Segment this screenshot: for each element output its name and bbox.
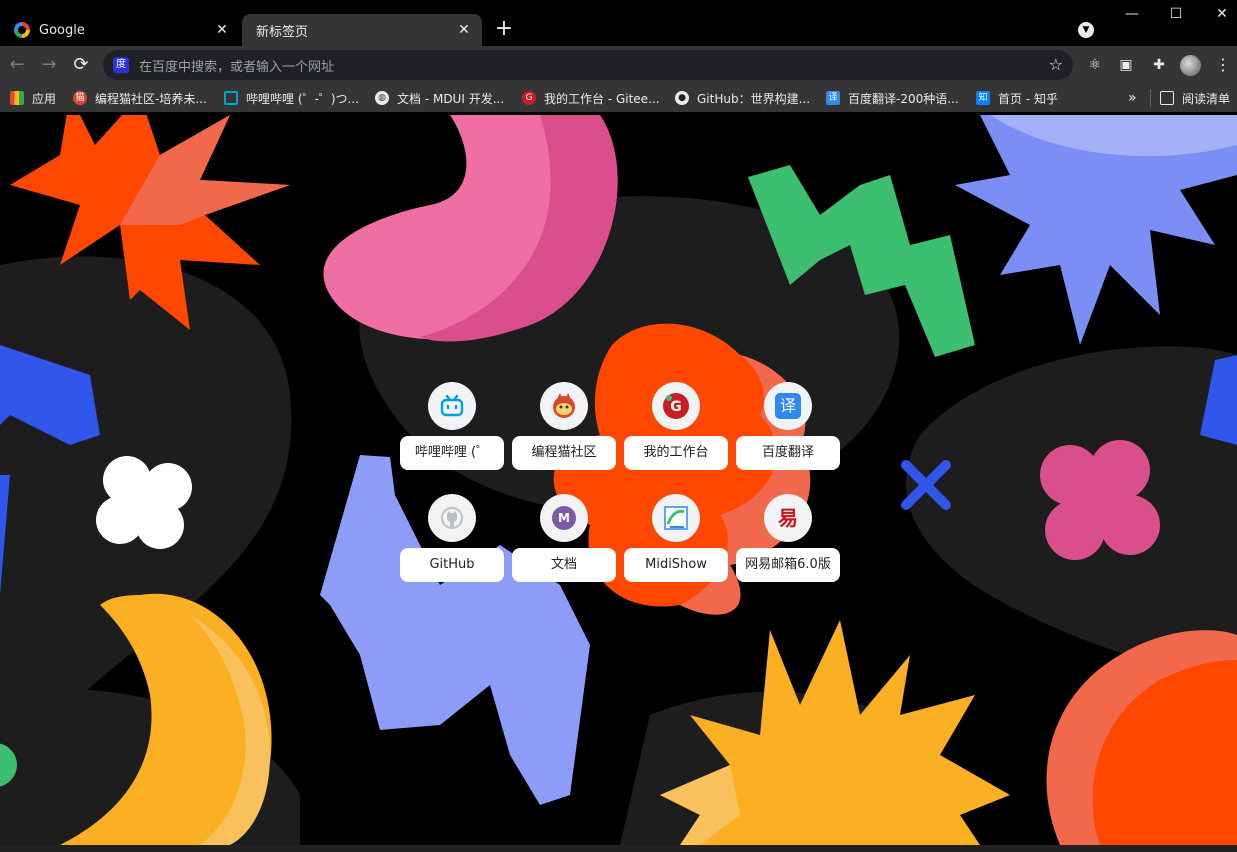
reload-button[interactable]: ⟳ [69, 53, 93, 77]
gitee-icon: G [663, 393, 689, 419]
shortcut-baidu-translate[interactable]: 译 百度翻译 [736, 382, 840, 494]
shortcut-bilibili[interactable]: 哔哩哔哩 (゜ [400, 382, 504, 494]
bookmark-zhihu[interactable]: 知 首页 - 知乎 [976, 89, 1058, 107]
shortcut-label: 网易邮箱6.0版 [736, 548, 840, 582]
minimize-button[interactable]: — [1117, 6, 1147, 26]
extensions-puzzle-icon[interactable]: ✚ [1150, 56, 1168, 74]
shortcut-icon [652, 494, 700, 542]
close-window-button[interactable]: ✕ [1207, 6, 1237, 26]
tab-search-icon[interactable]: ▼ [1078, 22, 1094, 38]
bookmarks-bar: 应用 猫 编程猫社区-培养未... 哔哩哔哩 (゜-゜)つ... ◍ 文档 - … [0, 84, 1237, 112]
tab-strip: Google ✕ 新标签页 ✕ + ▼ — ☐ ✕ [0, 0, 1237, 46]
omnibox-placeholder: 在百度中搜索，或者输入一个网址 [139, 59, 335, 75]
reading-list-icon [1160, 91, 1174, 105]
netease-mail-icon: 易 [778, 506, 798, 530]
github-icon: ● [675, 91, 689, 105]
shortcut-label: GitHub [400, 548, 504, 582]
new-tab-button[interactable]: + [492, 18, 516, 42]
more-bookmarks-button[interactable]: » [1128, 89, 1137, 107]
bookmark-label: GitHub：世界构建... [697, 91, 811, 106]
close-tab-icon[interactable]: ✕ [214, 22, 230, 38]
bookmark-baidu-translate[interactable]: 译 百度翻译-200种语... [826, 89, 959, 107]
shortcut-netease-mail[interactable]: 易 网易邮箱6.0版 [736, 494, 840, 606]
tab-new-tab[interactable]: 新标签页 ✕ [242, 14, 482, 46]
bilibili-icon [224, 91, 238, 105]
back-button[interactable]: ← [5, 53, 29, 77]
shortcut-icon: G [652, 382, 700, 430]
bookmark-label: 哔哩哔哩 (゜-゜)つ... [246, 91, 359, 106]
bookmark-gitee[interactable]: G 我的工作台 - Gitee... [522, 89, 660, 107]
shortcut-label: 编程猫社区 [512, 436, 616, 470]
svg-text:G: G [670, 399, 682, 415]
shortcut-icon: 易 [764, 494, 812, 542]
codemao-icon: 猫 [73, 91, 87, 105]
shortcut-label: MidiShow [624, 548, 728, 582]
bookmark-apps[interactable]: 应用 [10, 89, 56, 107]
bookmark-github[interactable]: ● GitHub：世界构建... [675, 89, 810, 107]
zhihu-icon: 知 [976, 91, 990, 105]
shortcut-mdui-docs[interactable]: M 文档 [512, 494, 616, 606]
bookmark-label: 应用 [32, 91, 57, 106]
new-tab-page: 哔哩哔哩 (゜ 编程猫社区 G 我的工作台 译 百度翻译 GitHub M 文档… [0, 115, 1237, 845]
bookmark-mdui[interactable]: ◍ 文档 - MDUI 开发... [375, 89, 504, 107]
extension-bilibili-icon[interactable]: ▣ [1117, 56, 1135, 74]
profile-avatar[interactable] [1180, 55, 1201, 76]
midishow-icon [664, 506, 688, 530]
codemao-icon [553, 393, 575, 418]
baidu-translate-icon: 译 [826, 91, 840, 105]
bookmark-star-icon[interactable]: ☆ [1049, 55, 1063, 74]
omnibox[interactable]: 度 在百度中搜索，或者输入一个网址 ☆ [103, 50, 1073, 80]
google-icon [14, 22, 30, 38]
shortcut-midishow[interactable]: MidiShow [624, 494, 728, 606]
toolbar: ← → ⟳ 度 在百度中搜索，或者输入一个网址 ☆ ⚛ ▣ ✚ ⋮ [0, 46, 1237, 84]
bookmark-label: 编程猫社区-培养未... [95, 91, 207, 106]
shortcut-codemao[interactable]: 编程猫社区 [512, 382, 616, 494]
shortcut-icon: M [540, 494, 588, 542]
bookmark-label: 我的工作台 - Gitee... [544, 91, 660, 106]
extension-atom-icon[interactable]: ⚛ [1086, 56, 1104, 74]
menu-icon[interactable]: ⋮ [1214, 56, 1232, 74]
github-icon [441, 507, 463, 529]
taskbar-edge [0, 845, 1237, 852]
shortcut-label: 文档 [512, 548, 616, 582]
bookmark-label: 首页 - 知乎 [998, 91, 1058, 106]
apps-grid-icon [10, 91, 24, 105]
close-tab-icon[interactable]: ✕ [456, 22, 472, 38]
globe-icon: ◍ [375, 91, 389, 105]
mdui-icon: M [552, 506, 576, 530]
shortcut-icon [428, 494, 476, 542]
forward-button[interactable]: → [37, 53, 61, 77]
shortcut-gitee[interactable]: G 我的工作台 [624, 382, 728, 494]
shortcut-label: 百度翻译 [736, 436, 840, 470]
shortcut-label: 哔哩哔哩 (゜ [400, 436, 504, 470]
bookmark-bilibili[interactable]: 哔哩哔哩 (゜-゜)つ... [224, 89, 359, 107]
baidu-translate-icon: 译 [775, 393, 801, 419]
bookmark-label: 文档 - MDUI 开发... [397, 91, 505, 106]
shortcut-github[interactable]: GitHub [400, 494, 504, 606]
shortcut-icon: 译 [764, 382, 812, 430]
tab-google[interactable]: Google ✕ [0, 14, 240, 46]
shortcut-icon [540, 382, 588, 430]
shortcut-label: 我的工作台 [624, 436, 728, 470]
shortcut-icon [428, 382, 476, 430]
maximize-button[interactable]: ☐ [1161, 6, 1191, 26]
bilibili-icon [440, 395, 464, 417]
gitee-icon: G [522, 91, 536, 105]
background-artwork [0, 115, 1237, 845]
reading-list-label: 阅读清单 [1182, 91, 1231, 106]
bookmark-label: 百度翻译-200种语... [848, 91, 959, 106]
baidu-icon: 度 [113, 57, 129, 73]
tab-title: 新标签页 [256, 24, 309, 40]
bookmark-codemao[interactable]: 猫 编程猫社区-培养未... [73, 89, 207, 107]
reading-list-button[interactable]: 阅读清单 [1150, 89, 1230, 107]
tab-title: Google [39, 22, 85, 38]
